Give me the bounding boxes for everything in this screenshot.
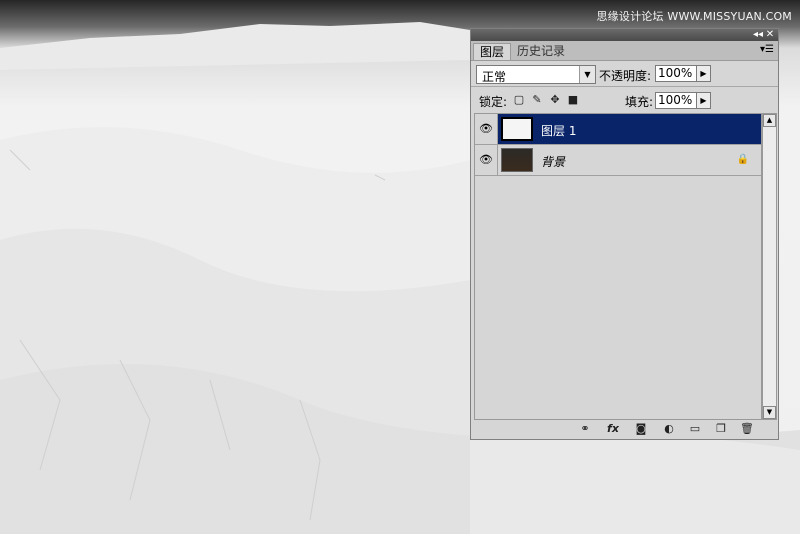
lock-position-move-icon[interactable]: ✥ <box>549 94 561 106</box>
layer-row-background[interactable]: 👁 背景 🔒 <box>475 145 761 176</box>
panel-tab-row: 图层 历史记录 ▾☰ <box>471 41 778 61</box>
watermark: 思缘设计论坛 WWW.MISSYUAN.COM <box>596 10 792 23</box>
eye-icon[interactable]: 👁 <box>475 145 498 175</box>
trash-icon[interactable]: 🗑 <box>739 422 755 436</box>
blend-mode-value: 正常 <box>482 70 507 84</box>
dropdown-arrow-icon[interactable]: ▼ <box>579 66 595 83</box>
close-icon[interactable]: ✕ <box>764 29 776 41</box>
layer-thumbnail <box>501 117 533 141</box>
opacity-input[interactable]: 100% <box>655 65 697 82</box>
tab-history[interactable]: 历史记录 <box>511 43 571 60</box>
layer-row-1[interactable]: 👁 图层 1 <box>475 114 761 145</box>
opacity-label: 不透明度: <box>599 69 652 83</box>
panel-bottom-toolbar: ⚭ fx ◙ ◐ ▭ ❐ 🗑 <box>471 420 778 439</box>
add-mask-icon[interactable]: ◙ <box>633 422 649 436</box>
blend-mode-select[interactable]: 正常 ▼ <box>476 65 596 84</box>
new-layer-icon[interactable]: ❐ <box>713 422 729 436</box>
lock-icon: 🔒 <box>736 154 749 165</box>
adjustment-layer-icon[interactable]: ◐ <box>661 422 677 436</box>
layers-panel: ◂◂ ✕ 图层 历史记录 ▾☰ 正常 ▼ 不透明度: 100% ▶ 锁定: ▢ … <box>470 28 779 440</box>
fill-input[interactable]: 100% <box>655 92 697 109</box>
link-layers-icon[interactable]: ⚭ <box>577 422 593 436</box>
lock-all-icon[interactable]: ■ <box>567 94 579 106</box>
tab-layers[interactable]: 图层 <box>473 43 512 60</box>
lock-fill-row: 锁定: ▢ ✎ ✥ ■ 填充: 100% ▶ <box>471 89 778 113</box>
opacity-arrow-button[interactable]: ▶ <box>696 65 711 82</box>
panel-title-bar[interactable]: ◂◂ ✕ <box>471 29 778 41</box>
lock-label: 锁定: <box>479 95 508 109</box>
collapse-arrows-icon[interactable]: ◂◂ <box>752 29 764 41</box>
layers-list: 👁 图层 1 👁 背景 🔒 <box>474 113 762 420</box>
layer-thumbnail <box>501 148 533 172</box>
scroll-down-icon[interactable]: ▼ <box>763 406 776 419</box>
scroll-up-icon[interactable]: ▲ <box>763 114 776 127</box>
layer-name[interactable]: 图层 1 <box>541 122 576 139</box>
eye-icon[interactable]: 👁 <box>475 114 498 144</box>
fill-label: 填充: <box>625 95 654 109</box>
lock-pixels-brush-icon[interactable]: ✎ <box>531 94 543 106</box>
fx-icon[interactable]: fx <box>605 422 621 436</box>
layer-name[interactable]: 背景 <box>541 153 565 170</box>
fill-arrow-button[interactable]: ▶ <box>696 92 711 109</box>
panel-menu-icon[interactable]: ▾☰ <box>760 44 774 55</box>
layers-scrollbar[interactable]: ▲ ▼ <box>762 113 777 420</box>
divider <box>471 86 778 87</box>
lock-transparency-icon[interactable]: ▢ <box>513 94 525 106</box>
blend-opacity-row: 正常 ▼ 不透明度: 100% ▶ <box>471 62 778 86</box>
new-group-icon[interactable]: ▭ <box>687 422 703 436</box>
